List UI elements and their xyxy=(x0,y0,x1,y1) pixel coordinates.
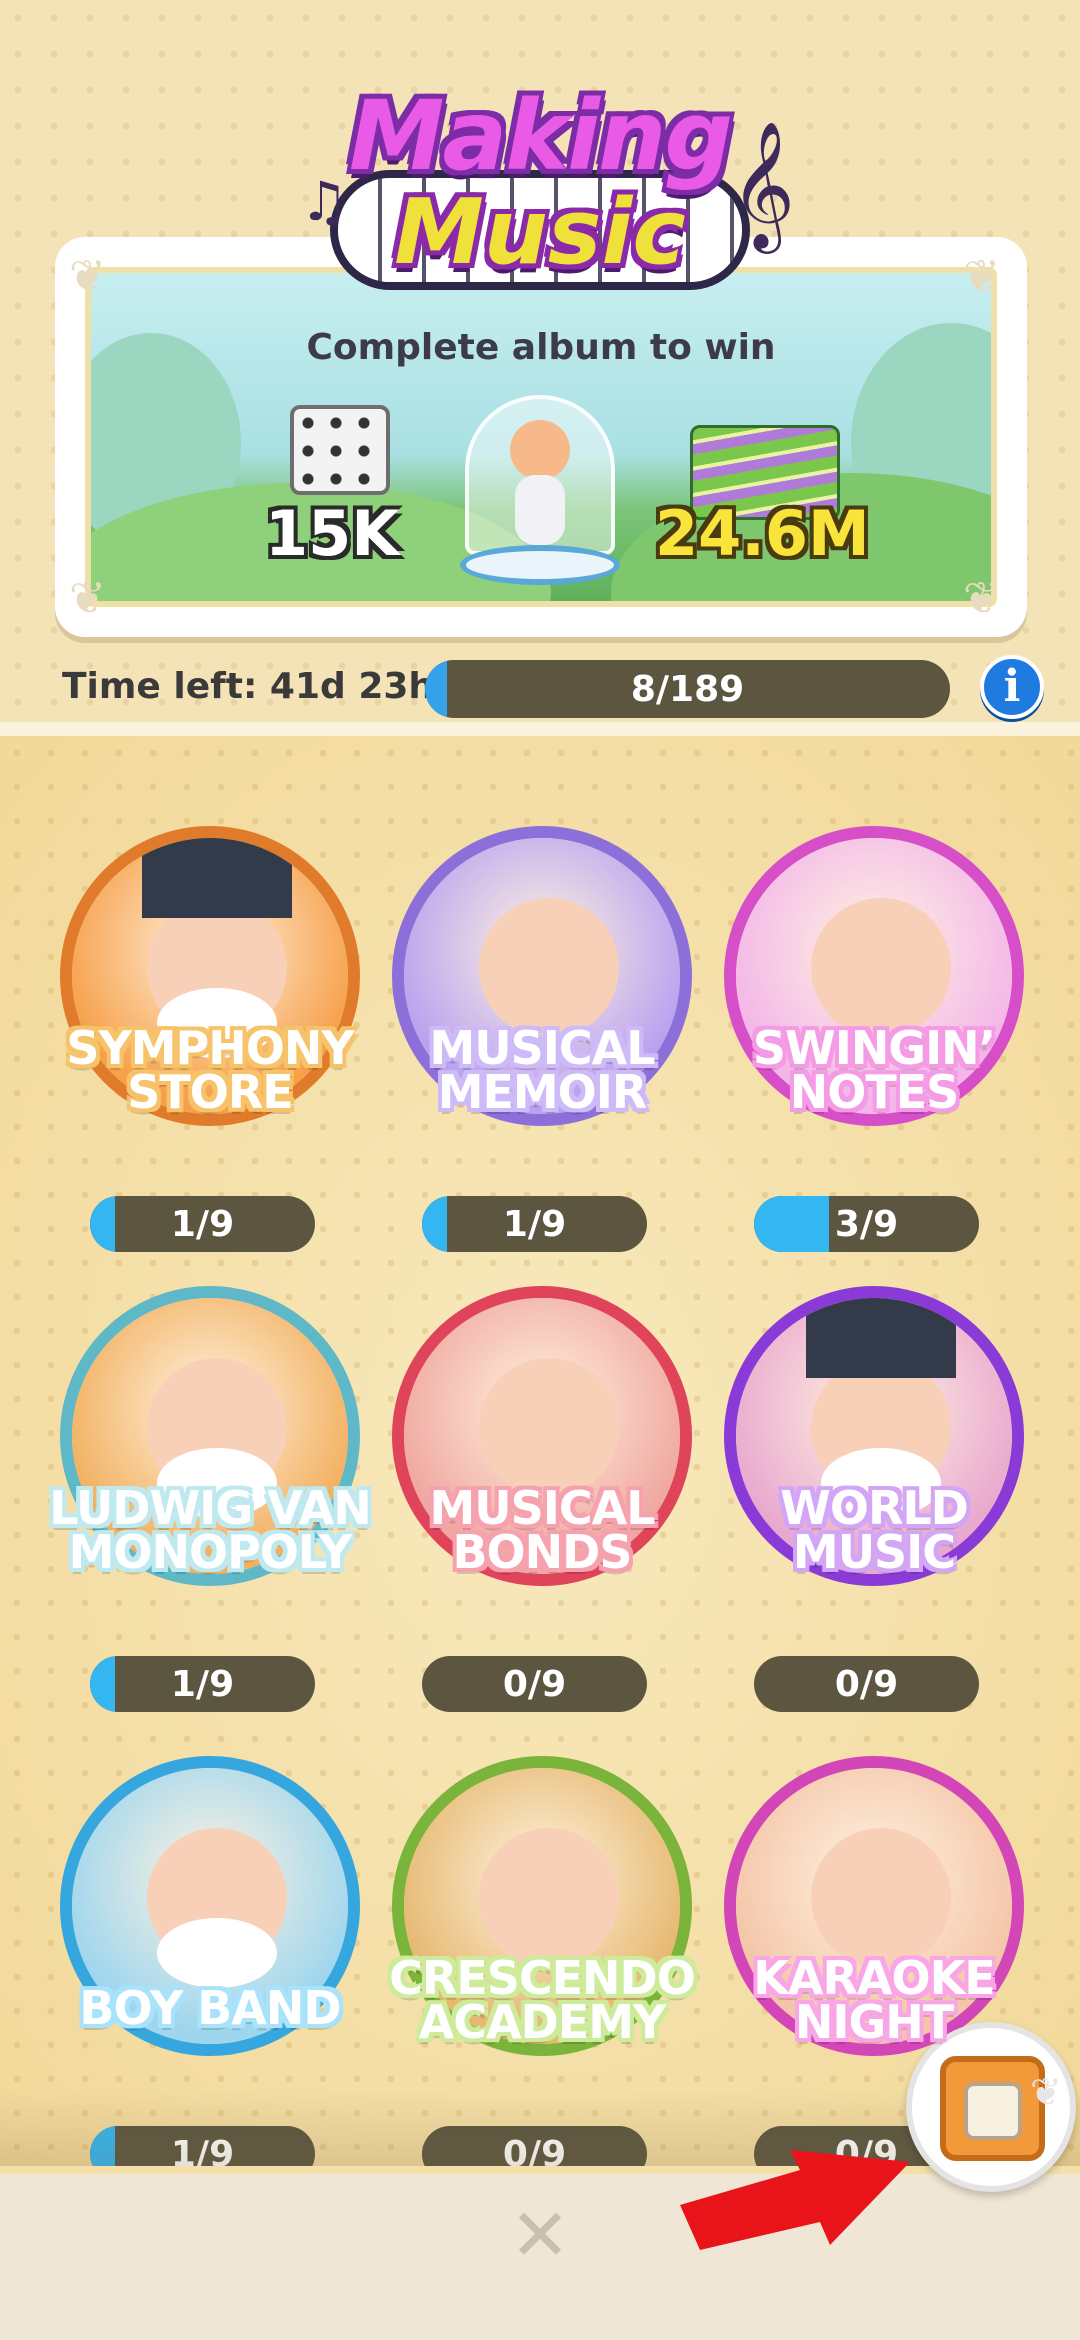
sticker-set-card[interactable]: SWINGIN’ NOTES 3/9 xyxy=(714,796,1034,1252)
set-title: MUSICAL BONDS xyxy=(372,1481,712,1579)
set-title-line1: MUSICAL xyxy=(429,1021,655,1075)
set-progress-bar: 1/9 xyxy=(90,1656,315,1712)
set-progress-text: 1/9 xyxy=(502,1204,567,1245)
set-title-line1: MUSICAL xyxy=(429,1481,655,1535)
sticker-set-card[interactable]: SYMPHONY STORE 1/9 xyxy=(50,796,370,1252)
red-arrow-icon xyxy=(680,2150,910,2250)
set-title-line2: NOTES xyxy=(789,1065,960,1119)
wing-icon: ❦ xyxy=(1030,2070,1062,2114)
set-progress-bar: 0/9 xyxy=(754,1656,979,1712)
album-progress-text: 8/189 xyxy=(630,669,745,710)
corner-ornament-icon: ❦ xyxy=(69,251,106,302)
sticker-set-card[interactable]: LUDWIG VAN MONOPOLY 1/9 xyxy=(49,1256,372,1712)
set-progress-text: 0/9 xyxy=(502,1664,567,1705)
section-divider xyxy=(0,722,1080,736)
time-progress-row: Time left: 41d 23h 8/189 i xyxy=(0,650,1080,730)
sticker-set-card[interactable]: MUSICAL BONDS 0/9 xyxy=(382,1256,702,1712)
set-title: SYMPHONY STORE xyxy=(40,1021,380,1119)
prize-title: Complete album to win xyxy=(306,327,776,368)
time-left-label: Time left: 41d 23h xyxy=(62,666,435,707)
set-progress-text: 1/9 xyxy=(170,1204,235,1245)
set-progress-bar: 1/9 xyxy=(422,1196,647,1252)
corner-ornament-icon: ❦ xyxy=(963,573,1000,624)
set-progress-text: 3/9 xyxy=(834,1204,899,1245)
figurine-reward-icon xyxy=(460,395,620,585)
set-title-line1: CRESCENDO xyxy=(389,1951,696,2005)
event-header: ❦ ❦ ❦ ❦ Complete album to win 15K 24.6M … xyxy=(0,0,1080,730)
set-progress-text: 0/9 xyxy=(834,1664,899,1705)
album-progress-bar: 8/189 xyxy=(425,660,950,718)
corner-ornament-icon: ❦ xyxy=(963,251,1000,302)
set-title-line1: LUDWIG VAN xyxy=(49,1481,371,1535)
set-title-line2: MUSIC xyxy=(792,1525,956,1579)
set-progress-bar: 3/9 xyxy=(754,1196,979,1252)
set-title-line2: ACADEMY xyxy=(418,1995,667,2049)
set-title-line1: SYMPHONY xyxy=(66,1021,354,1075)
logo-text-making: Making xyxy=(348,80,733,192)
set-title: LUDWIG VAN MONOPOLY xyxy=(40,1481,380,1579)
set-title-line2: NIGHT xyxy=(794,1995,954,2049)
event-logo: ♫ ♫ 𝄞 Making Music xyxy=(300,80,795,310)
corner-ornament-icon: ❦ xyxy=(69,573,106,624)
set-title: SWINGIN’ NOTES xyxy=(704,1021,1044,1119)
close-icon[interactable]: ✕ xyxy=(505,2199,575,2271)
set-title: MUSICAL MEMOIR xyxy=(372,1021,712,1119)
info-icon[interactable]: i xyxy=(980,655,1044,719)
set-title-line1: SWINGIN’ xyxy=(752,1021,996,1075)
set-title-line2: MEMOIR xyxy=(437,1065,648,1119)
logo-text-music: Music xyxy=(394,180,686,285)
set-progress-text: 1/9 xyxy=(170,1664,235,1705)
cash-reward-value: 24.6M xyxy=(655,497,870,570)
set-title: CRESCENDO ACADEMY xyxy=(372,1951,712,2049)
set-title: BOY BAND xyxy=(40,1981,380,2035)
sticker-set-card[interactable]: WORLD MUSIC 0/9 xyxy=(714,1256,1034,1712)
sticker-set-card[interactable]: MUSICAL MEMOIR 1/9 xyxy=(382,796,702,1252)
set-title-line1: WORLD xyxy=(780,1481,969,1535)
set-title-line2: MONOPOLY xyxy=(68,1525,353,1579)
set-title-line1: BOY BAND xyxy=(79,1981,341,2035)
set-title: WORLD MUSIC xyxy=(704,1481,1044,1579)
sticker-sets-grid[interactable]: SYMPHONY STORE 1/9 MUSICAL MEMOIR 1/9 SWINGIN’… xyxy=(0,736,1080,2176)
set-title-line2: BONDS xyxy=(452,1525,633,1579)
set-title: KARAOKE NIGHT xyxy=(704,1951,1044,2049)
set-progress-bar: 0/9 xyxy=(422,1656,647,1712)
set-title-line1: KARAOKE xyxy=(753,1951,995,2005)
dice-reward-value: 15K xyxy=(265,497,400,570)
set-title-line2: STORE xyxy=(127,1065,293,1119)
set-progress-bar: 1/9 xyxy=(90,1196,315,1252)
